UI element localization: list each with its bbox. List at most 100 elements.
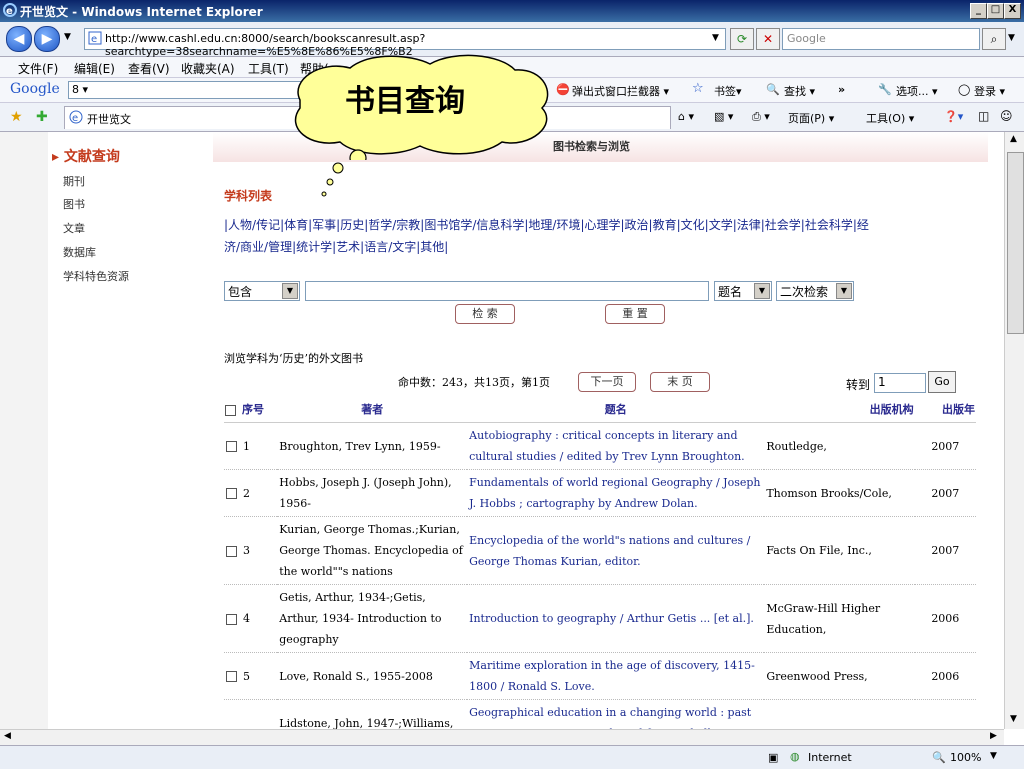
tab-page-icon: e	[69, 110, 83, 124]
more-button[interactable]: »	[838, 83, 845, 96]
address-dropdown-icon[interactable]: ▼	[712, 33, 719, 43]
scroll-right-icon[interactable]: ▶	[990, 731, 997, 741]
maximize-button[interactable]: □	[987, 3, 1004, 19]
reset-button[interactable]: 重 置	[605, 304, 665, 324]
goto-page-input[interactable]: 1	[874, 373, 926, 393]
favorites-star-icon[interactable]: ★	[10, 109, 23, 125]
secondary-search-select[interactable]: 二次检索 ▼	[776, 281, 854, 301]
svg-text:e: e	[72, 113, 78, 124]
help-icon[interactable]: ❓▾	[944, 110, 963, 123]
page-content: ▸ 文献查询 期刊 图书 文章 数据库 学科特色资源 图书检索与浏览 学科列表 …	[0, 132, 1004, 729]
sidebar-item-special-resources[interactable]: 学科特色资源	[63, 268, 129, 284]
row-author: Lidstone, John, 1947-;Williams, Michael,…	[277, 699, 468, 729]
table-row: 3 Kurian, George Thomas.;Kurian, George …	[224, 516, 976, 585]
goto-label: 转到	[846, 378, 871, 392]
row-title[interactable]: Geographical education in a changing wor…	[467, 699, 765, 729]
row-checkbox[interactable]	[226, 488, 237, 499]
feeds-icon[interactable]: ▧ ▾	[714, 110, 733, 123]
chevron-down-icon: ▼	[754, 283, 770, 299]
subject-links-line2[interactable]: 济/商业/管理|统计学|艺术|语言/文字|其他|	[224, 236, 984, 258]
row-checkbox[interactable]	[226, 441, 237, 452]
add-favorite-icon[interactable]: ✚	[36, 109, 48, 125]
table-row: 2 Hobbs, Joseph J. (Joseph John), 1956- …	[224, 469, 976, 517]
chevron-down-icon: ▼	[836, 283, 852, 299]
refresh-icon[interactable]: ⟳	[730, 28, 754, 50]
row-author: Kurian, George Thomas.;Kurian, George Th…	[277, 516, 468, 585]
row-title[interactable]: Encyclopedia of the world"s nations and …	[467, 516, 765, 585]
sidebar-item-books[interactable]: 图书	[63, 196, 85, 212]
print-icon[interactable]: ⎙ ▾	[752, 110, 770, 124]
table-row: 4 Getis, Arthur, 1934-;Getis, Arthur, 19…	[224, 584, 976, 653]
sidebar-item-databases[interactable]: 数据库	[63, 244, 96, 260]
header-publisher: 出版机构	[764, 396, 915, 423]
find-button[interactable]: 查找 ▾	[784, 83, 815, 99]
sidebar-item-journals[interactable]: 期刊	[63, 173, 85, 189]
row-checkbox[interactable]	[226, 671, 237, 682]
page-icon: e	[88, 31, 102, 45]
match-type-select[interactable]: 包含 ▼	[224, 281, 300, 301]
search-icon[interactable]: ⌕	[982, 28, 1006, 50]
row-title[interactable]: Introduction to geography / Arthur Getis…	[467, 584, 765, 653]
horizontal-scrollbar[interactable]: ◀ ▶	[0, 729, 1004, 746]
select-all-checkbox[interactable]	[225, 404, 236, 416]
row-title[interactable]: Fundamentals of world regional Geography…	[467, 469, 765, 517]
row-publisher: McGraw-Hill Higher Education,	[764, 584, 915, 653]
sidebar-heading[interactable]: ▸ 文献查询	[52, 146, 120, 166]
last-page-button[interactable]: 末 页	[650, 372, 710, 392]
history-dropdown-icon[interactable]: ▼	[64, 32, 71, 42]
sidebar: ▸ 文献查询 期刊 图书 文章 数据库 学科特色资源	[0, 132, 213, 729]
login-button[interactable]: 登录 ▾	[974, 83, 1005, 99]
bookmarks-button[interactable]: 书签▾	[714, 83, 742, 99]
menu-view[interactable]: 查看(V)	[128, 60, 170, 77]
callout-tail-dots	[321, 162, 344, 197]
research-icon[interactable]: ◫	[978, 109, 989, 123]
scroll-thumb[interactable]	[1007, 152, 1024, 334]
menu-edit[interactable]: 编辑(E)	[74, 60, 115, 77]
scroll-up-icon[interactable]: ▲	[1010, 134, 1017, 144]
vertical-scrollbar[interactable]: ▲ ▼	[1004, 132, 1024, 729]
tools-menu-button[interactable]: 工具(O) ▾	[866, 110, 914, 126]
messenger-icon[interactable]: ☺	[1000, 109, 1013, 123]
close-button[interactable]: X	[1004, 3, 1021, 19]
row-year: 2006	[914, 584, 976, 653]
row-title[interactable]: Autobiography : critical concepts in lit…	[467, 422, 765, 470]
forward-arrow-icon[interactable]: ▶	[34, 26, 60, 52]
row-publisher: Facts On File, Inc.,	[764, 516, 915, 585]
stop-icon[interactable]: ✕	[756, 28, 780, 50]
subject-links-line1[interactable]: |人物/传记|体育|军事|历史|哲学/宗教|图书馆学/信息科学|地理/环境|心理…	[224, 214, 984, 236]
field-select[interactable]: 题名 ▼	[714, 281, 772, 301]
row-title[interactable]: Maritime exploration in the age of disco…	[467, 652, 765, 700]
menu-file[interactable]: 文件(F)	[18, 60, 58, 77]
globe-icon: ◍	[790, 750, 800, 763]
sidebar-item-articles[interactable]: 文章	[63, 220, 85, 236]
home-button[interactable]: ⌂ ▾	[678, 110, 694, 123]
tab-label: 开世览文	[87, 113, 131, 126]
popup-blocker-button[interactable]: 弹出式窗口拦截器 ▾	[572, 83, 669, 99]
row-publisher: Springer,	[764, 699, 915, 729]
back-arrow-icon[interactable]: ◀	[6, 26, 32, 52]
search-button[interactable]: 检 索	[455, 304, 515, 324]
minimize-button[interactable]: _	[970, 3, 987, 19]
row-checkbox[interactable]	[226, 545, 237, 557]
row-author: Hobbs, Joseph J. (Joseph John), 1956-	[277, 469, 468, 517]
search-input[interactable]: Google	[782, 28, 980, 50]
chevron-down-icon: ▼	[282, 283, 298, 299]
menu-favorites[interactable]: 收藏夹(A)	[181, 60, 235, 77]
security-zone: Internet	[808, 751, 852, 764]
table-row: 6 Lidstone, John, 1947-;Williams, Michae…	[224, 699, 976, 729]
search-dropdown-icon[interactable]: ▼	[1008, 33, 1015, 43]
scroll-left-icon[interactable]: ◀	[4, 731, 11, 741]
go-button[interactable]: Go	[928, 371, 956, 393]
zoom-icon: 🔍	[932, 751, 946, 764]
next-page-button[interactable]: 下一页	[578, 372, 636, 392]
page-menu-button[interactable]: 页面(P) ▾	[788, 110, 834, 126]
keyword-input[interactable]	[305, 281, 709, 301]
header-author: 著者	[277, 396, 468, 423]
address-input[interactable]: e http://www.cashl.edu.cn:8000/search/bo…	[84, 28, 726, 58]
zoom-level[interactable]: 100%	[950, 751, 981, 764]
scroll-down-icon[interactable]: ▼	[1010, 714, 1017, 724]
bookmark-star-icon: ☆	[692, 81, 704, 96]
options-button[interactable]: 选项... ▾	[896, 83, 938, 99]
zoom-dropdown-icon[interactable]: ▼	[990, 751, 997, 761]
row-checkbox[interactable]	[226, 613, 237, 625]
